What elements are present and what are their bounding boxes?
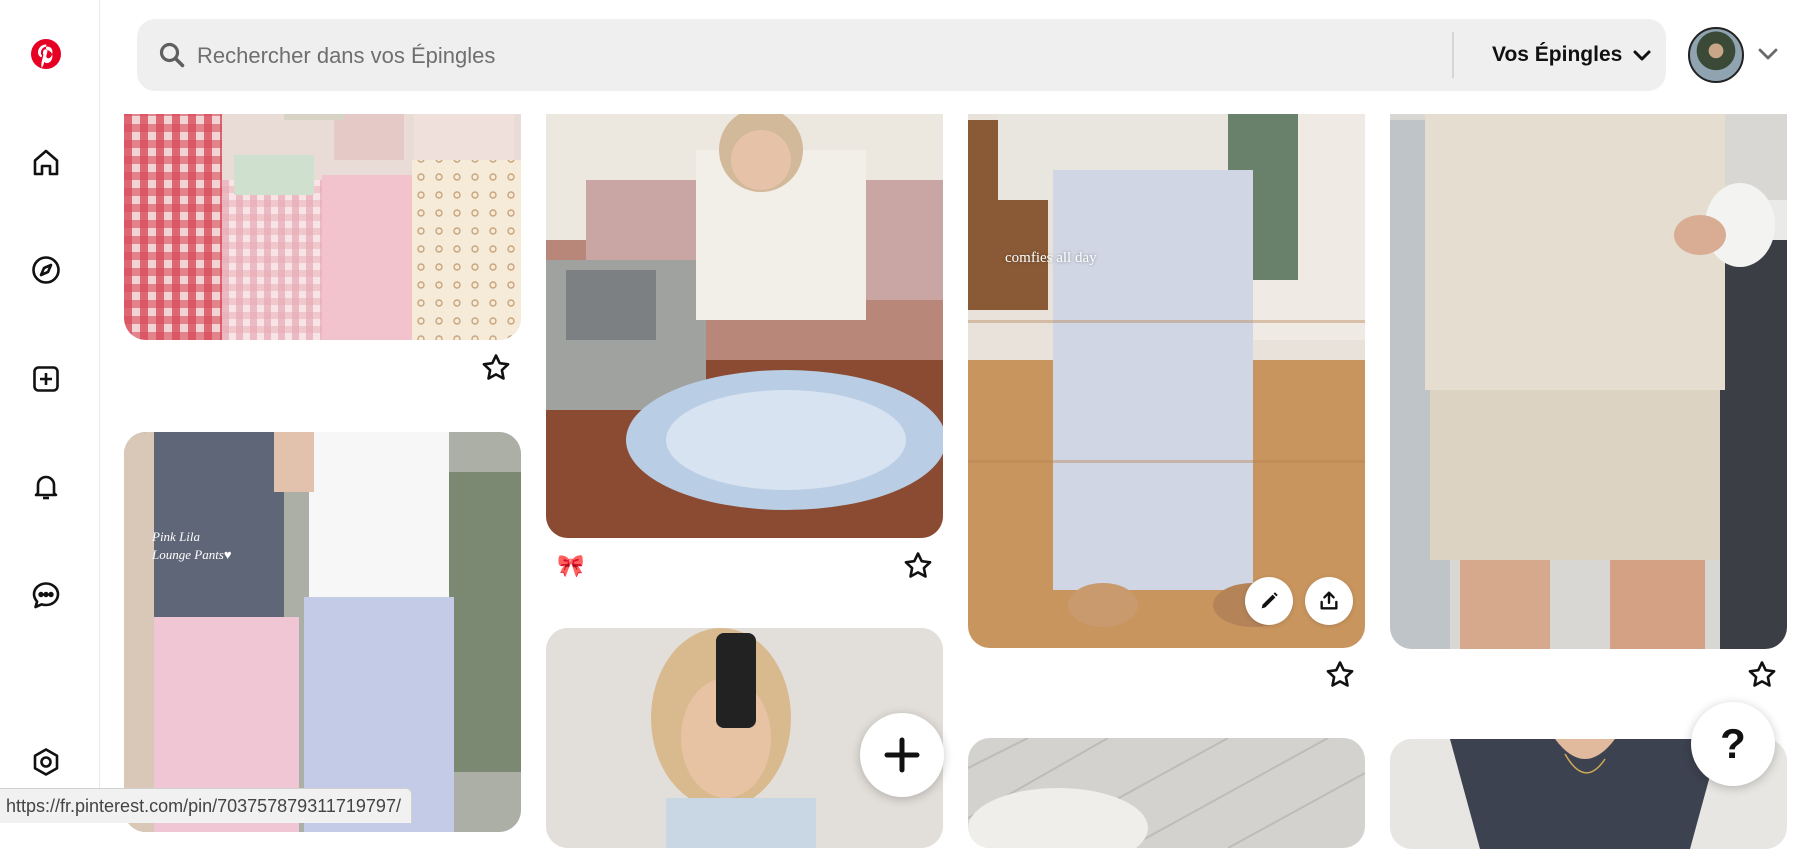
search-bar[interactable]: Vos Épingles <box>137 19 1666 91</box>
star-icon <box>482 354 510 380</box>
plus-icon <box>884 737 920 773</box>
search-icon <box>159 42 185 68</box>
search-divider <box>1452 32 1454 78</box>
pin-overlay-text: comfies all day <box>1005 250 1097 266</box>
account-chevron-down-icon[interactable] <box>1755 41 1781 67</box>
bell-icon[interactable] <box>22 463 70 511</box>
share-icon <box>1320 591 1338 610</box>
help-button[interactable]: ? <box>1691 702 1775 786</box>
status-bar-url: https://fr.pinterest.com/pin/70375787931… <box>0 788 412 823</box>
pin-image-shorts[interactable] <box>1390 60 1787 649</box>
chevron-down-icon <box>1633 50 1651 61</box>
pin-image-lounge-pants[interactable]: Pink Lila Lounge Pants♥ <box>124 432 521 832</box>
share-pin-button[interactable] <box>1305 577 1353 625</box>
save-star-button[interactable] <box>1746 659 1778 691</box>
star-icon <box>1748 661 1776 687</box>
save-star-button[interactable] <box>1324 659 1356 691</box>
edit-pin-button[interactable] <box>1245 577 1293 625</box>
pin-image-pajama[interactable]: comfies all day <box>968 60 1365 648</box>
save-star-button[interactable] <box>902 550 934 582</box>
sewing-girl-image <box>546 60 943 538</box>
save-star-button[interactable] <box>480 352 512 384</box>
side-navigation <box>0 0 100 822</box>
create-pin-button[interactable] <box>860 713 944 797</box>
add-box-icon[interactable] <box>22 355 70 403</box>
linen-shorts-image <box>1390 60 1787 649</box>
star-icon <box>904 552 932 578</box>
top-header: Vos Épingles <box>100 0 1810 114</box>
search-scope-label: Vos Épingles <box>1492 43 1623 66</box>
search-input[interactable] <box>195 35 1399 77</box>
avatar[interactable] <box>1688 27 1744 83</box>
help-icon: ? <box>1720 720 1746 767</box>
pin-image-sewing[interactable] <box>546 60 943 538</box>
pin-image-quilt[interactable] <box>968 738 1365 848</box>
lounge-pants-image <box>124 432 521 832</box>
settings-icon[interactable] <box>22 738 70 786</box>
pencil-icon <box>1261 592 1278 609</box>
star-icon <box>1326 661 1354 687</box>
chat-icon[interactable] <box>22 571 70 619</box>
search-scope-dropdown[interactable]: Vos Épingles <box>1492 39 1652 71</box>
compass-icon[interactable] <box>22 246 70 294</box>
pin-caption-emoji: 🎀 <box>557 553 585 578</box>
quilt-image <box>968 738 1365 848</box>
pajama-pants-image <box>968 60 1365 648</box>
pin-overlay-text: Pink Lila Lounge Pants♥ <box>152 529 232 562</box>
pinterest-logo-icon[interactable] <box>22 30 70 78</box>
home-icon[interactable] <box>22 138 70 186</box>
